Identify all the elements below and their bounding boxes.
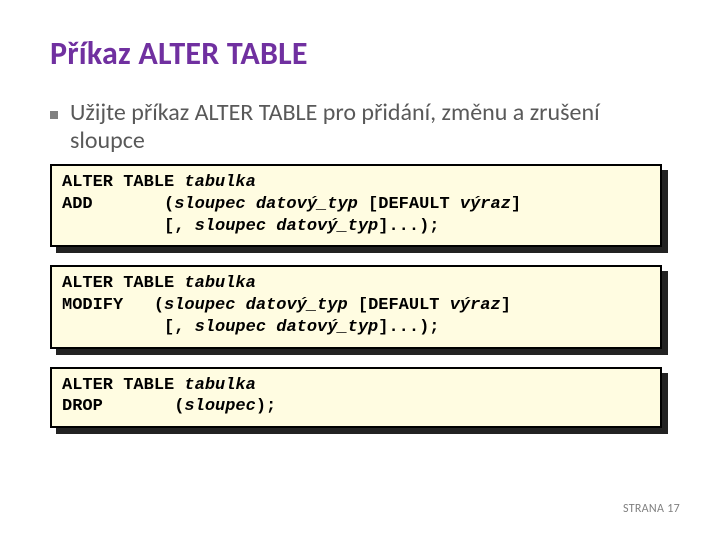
slide-title: Příkaz ALTER TABLE (50, 34, 676, 73)
code-box: ALTER TABLE tabulka DROP (sloupec); (50, 367, 662, 429)
code-text-italic: sloupec datový_typ (195, 318, 379, 337)
footer-page-number: 17 (667, 502, 680, 516)
code-text-italic: tabulka (184, 274, 255, 293)
code-text: ]...); (378, 318, 439, 337)
code-text-italic: sloupec datový_typ (164, 296, 348, 315)
code-text-italic: sloupec datový_typ (195, 217, 379, 236)
code-text-italic: výraz (450, 296, 501, 315)
code-text: ALTER TABLE (62, 376, 184, 395)
footer-label: STRANA (623, 502, 667, 516)
code-text: DROP ( (62, 397, 184, 416)
code-block-modify: ALTER TABLE tabulka MODIFY (sloupec dato… (50, 265, 662, 348)
code-text: [DEFAULT (348, 296, 450, 315)
code-box: ALTER TABLE tabulka ADD (sloupec datový_… (50, 164, 662, 247)
code-text: ); (256, 397, 276, 416)
code-text-italic: sloupec (184, 397, 255, 416)
code-text: ] (501, 296, 511, 315)
slide: Příkaz ALTER TABLE Užijte příkaz ALTER T… (0, 0, 720, 540)
code-text-italic: tabulka (184, 173, 255, 192)
code-text: ALTER TABLE (62, 274, 184, 293)
code-text: [, (62, 318, 195, 337)
code-block-drop: ALTER TABLE tabulka DROP (sloupec); (50, 367, 662, 429)
code-text: ]...); (378, 217, 439, 236)
code-text: ALTER TABLE (62, 173, 184, 192)
code-text: [, (62, 217, 195, 236)
code-text-italic: sloupec datový_typ (174, 195, 358, 214)
code-box: ALTER TABLE tabulka MODIFY (sloupec dato… (50, 265, 662, 348)
code-text: MODIFY ( (62, 296, 164, 315)
code-block-add: ALTER TABLE tabulka ADD (sloupec datový_… (50, 164, 662, 247)
bullet-item: Užijte příkaz ALTER TABLE pro přidání, z… (50, 99, 676, 154)
code-text: [DEFAULT (358, 195, 460, 214)
page-footer: STRANA 17 (623, 502, 680, 516)
code-text-italic: tabulka (184, 376, 255, 395)
code-text: ] (511, 195, 521, 214)
bullet-text: Užijte příkaz ALTER TABLE pro přidání, z… (70, 99, 676, 154)
bullet-marker-icon (50, 111, 58, 119)
code-text-italic: výraz (460, 195, 511, 214)
code-text: ADD ( (62, 195, 174, 214)
